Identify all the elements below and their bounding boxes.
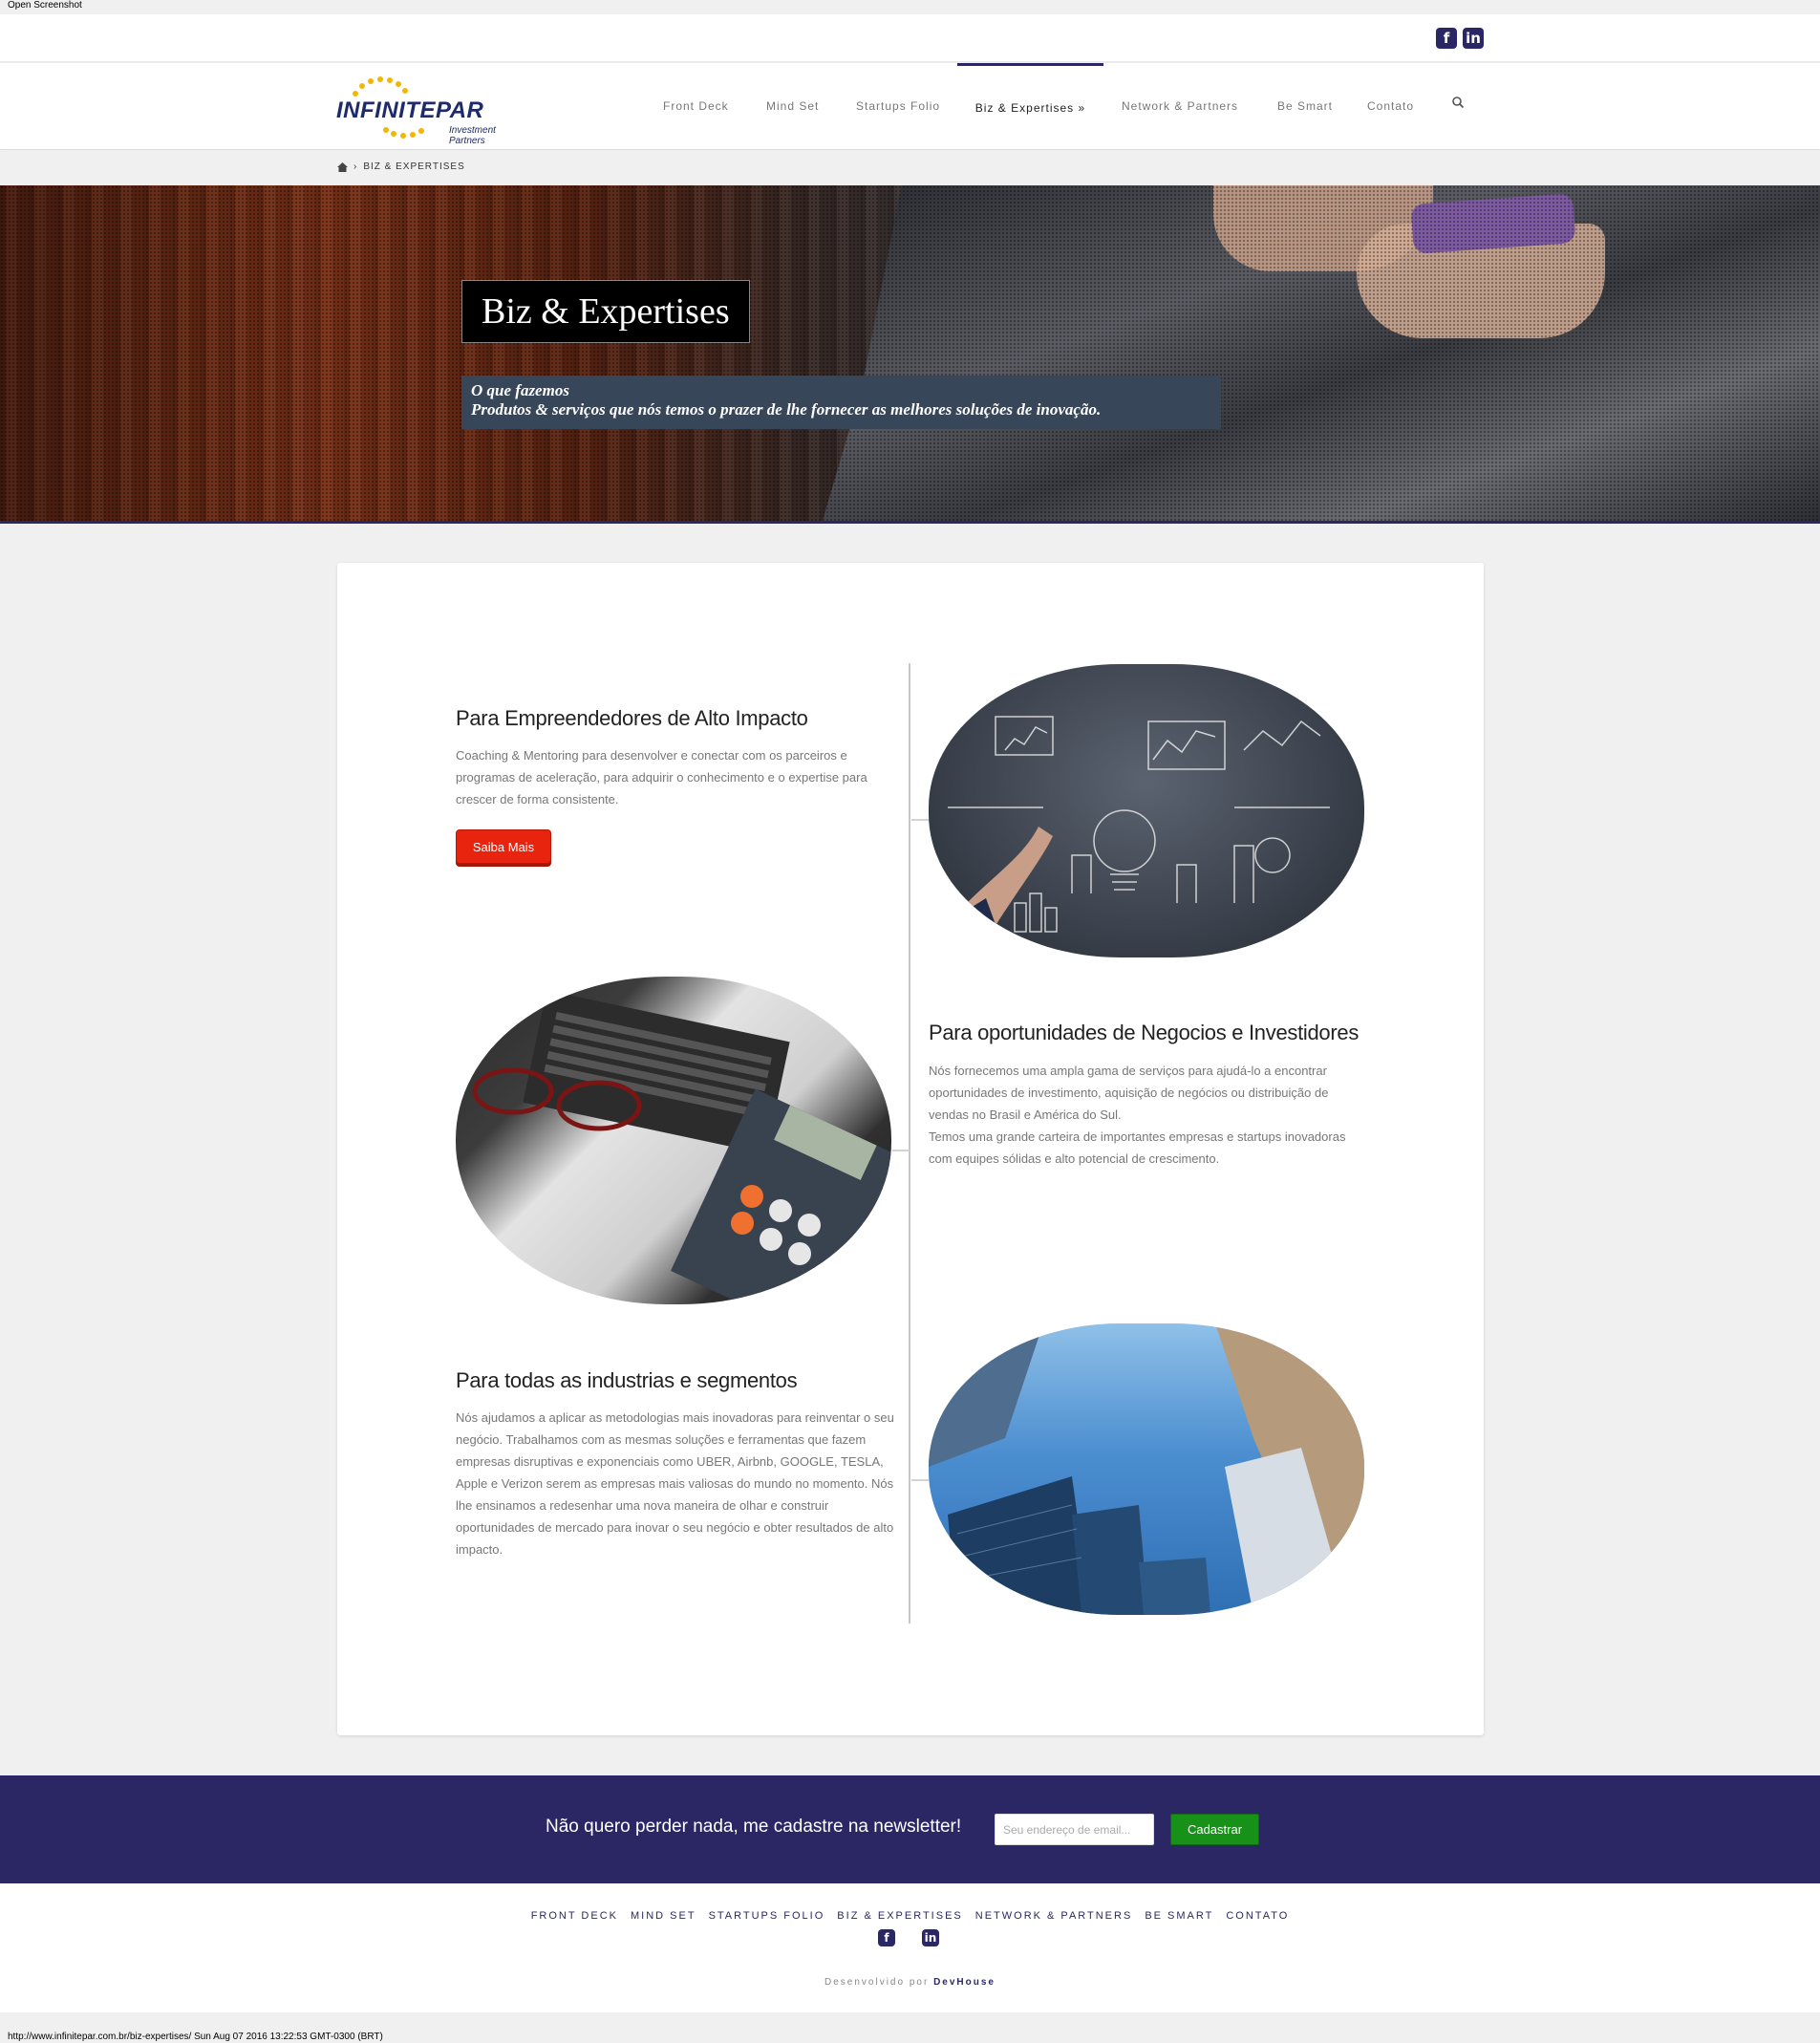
laptop-glasses-icon xyxy=(472,990,891,1304)
footer-nav: FRONT DECK MIND SET STARTUPS FOLIO BIZ &… xyxy=(0,1910,1820,1922)
hero-dot-overlay xyxy=(0,185,1820,521)
hero-subtitle-line2: Produtos & serviços que nós temos o praz… xyxy=(471,400,1102,419)
hero-banner: Biz & Expertises O que fazemos Produtos … xyxy=(0,185,1820,524)
content-card: Para Empreendedores de Alto Impacto Coac… xyxy=(337,563,1484,1735)
block-title-empreendedores: Para Empreendedores de Alto Impacto xyxy=(456,706,808,730)
block-text-negocios-p1: Nós fornecemos uma ampla gama de serviço… xyxy=(929,1064,1329,1122)
page-title: Biz & Expertises xyxy=(461,280,750,343)
footer-link-startups-folio[interactable]: STARTUPS FOLIO xyxy=(709,1910,825,1922)
block-title-industrias: Para todas as industrias e segmentos xyxy=(456,1368,798,1392)
nav-item-contato[interactable]: Contato xyxy=(1367,63,1414,149)
chevron-down-icon: » xyxy=(1078,100,1086,115)
block-text-negocios: Nós fornecemos uma ampla gama de serviço… xyxy=(929,1060,1370,1170)
page-url-footer: http://www.infinitepar.com.br/biz-expert… xyxy=(8,2032,383,2042)
logo-tagline: Investment Partners xyxy=(449,125,496,146)
footer-link-be-smart[interactable]: BE SMART xyxy=(1145,1910,1213,1922)
nav-item-front-deck[interactable]: Front Deck xyxy=(663,63,729,149)
top-social-bar: f in xyxy=(0,14,1820,62)
footer: FRONT DECK MIND SET STARTUPS FOLIO BIZ &… xyxy=(0,1883,1820,2012)
nav-item-label: Biz & Expertises xyxy=(974,100,1075,115)
block-title-negocios: Para oportunidades de Negocios e Investi… xyxy=(929,1021,1360,1044)
breadcrumb-separator: › xyxy=(353,161,358,172)
block-text-negocios-p2: Temos uma grande carteira de importantes… xyxy=(929,1129,1346,1166)
nav-item-biz-expertises[interactable]: Biz & Expertises » xyxy=(957,63,1103,149)
page: Open Screenshot f in INFINITEPAR Investm… xyxy=(0,0,1820,2043)
saiba-mais-button[interactable]: Saiba Mais xyxy=(456,829,551,864)
breadcrumb-current: BIZ & EXPERTISES xyxy=(363,161,465,172)
timeline-tick xyxy=(911,1479,929,1481)
newsletter-submit-button[interactable]: Cadastrar xyxy=(1170,1814,1259,1845)
nav-item-network-partners[interactable]: Network & Partners xyxy=(1122,63,1238,149)
nav-item-be-smart[interactable]: Be Smart xyxy=(1277,63,1333,149)
top-social-icons: f in xyxy=(1436,28,1484,49)
timeline-divider xyxy=(909,663,910,1624)
footer-link-biz-expertises[interactable]: BIZ & EXPERTISES xyxy=(837,1910,962,1922)
newsletter-bar: Não quero perder nada, me cadastre na ne… xyxy=(0,1775,1820,1883)
timeline-tick xyxy=(911,819,929,821)
chalkboard-business-image xyxy=(929,664,1364,957)
hero-subtitle-line1: O que fazemos xyxy=(471,381,569,399)
newsletter-text: Não quero perder nada, me cadastre na ne… xyxy=(546,1817,962,1837)
facebook-icon[interactable]: f xyxy=(1436,28,1457,49)
search-icon[interactable] xyxy=(1451,96,1465,109)
footer-social-icons: f in xyxy=(878,1929,939,1946)
nav-item-mind-set[interactable]: Mind Set xyxy=(766,63,819,149)
main-navbar: INFINITEPAR Investment Partners Front De… xyxy=(0,63,1820,149)
laptop-calculator-image xyxy=(456,977,891,1304)
newsletter-email-input[interactable]: Seu endereço de email... xyxy=(995,1814,1154,1845)
footer-link-contato[interactable]: CONTATO xyxy=(1226,1910,1289,1922)
footer-link-mind-set[interactable]: MIND SET xyxy=(631,1910,696,1922)
linkedin-icon[interactable]: in xyxy=(1463,28,1484,49)
home-icon[interactable] xyxy=(337,161,348,172)
block-text-industrias: Nós ajudamos a aplicar as metodologias m… xyxy=(456,1410,894,1557)
breadcrumb: › BIZ & EXPERTISES xyxy=(0,150,1820,185)
footer-link-network-partners[interactable]: NETWORK & PARTNERS xyxy=(975,1910,1133,1922)
footer-credit-link[interactable]: DevHouse xyxy=(933,1977,996,1988)
block-text-empreendedores: Coaching & Mentoring para desenvolver e … xyxy=(456,748,867,806)
chalkboard-sketch-icon xyxy=(948,716,1330,957)
footer-link-front-deck[interactable]: FRONT DECK xyxy=(531,1910,618,1922)
footer-credit: Desenvolvido por DevHouse xyxy=(0,1977,1820,1988)
timeline-tick xyxy=(892,1150,910,1151)
logo-name: INFINITEPAR xyxy=(336,97,484,123)
site-logo[interactable]: INFINITEPAR Investment Partners xyxy=(336,73,508,146)
skyscrapers-image xyxy=(929,1323,1364,1615)
footer-credit-prefix: Desenvolvido por xyxy=(824,1977,930,1988)
nav-item-startups-folio[interactable]: Startups Folio xyxy=(856,63,940,149)
screenshot-label: Open Screenshot xyxy=(8,0,82,11)
facebook-icon[interactable]: f xyxy=(878,1929,895,1946)
hero-subtitle: O que fazemos Produtos & serviços que nó… xyxy=(461,376,1221,429)
skyscrapers-icon xyxy=(929,1323,1364,1615)
linkedin-icon[interactable]: in xyxy=(922,1929,939,1946)
